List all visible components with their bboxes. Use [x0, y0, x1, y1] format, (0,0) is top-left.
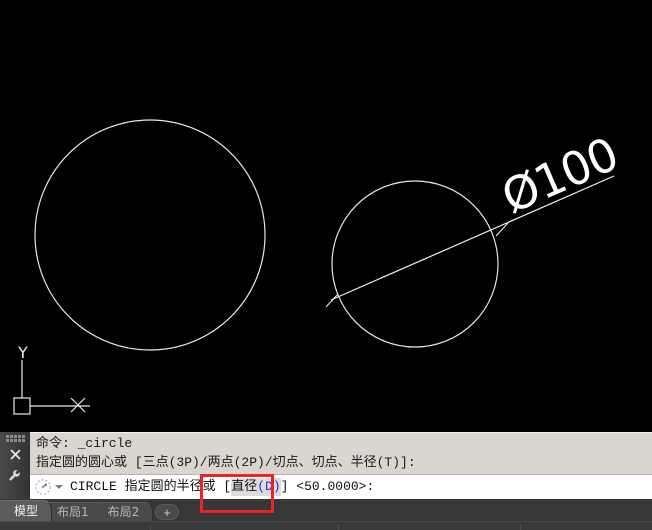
ucs-y-axis-label: Y	[17, 343, 28, 362]
drawing-entities: Ø100 Y	[13, 119, 626, 415]
layout-tab-bar: 模型 布局1 布局2 +	[0, 499, 652, 521]
command-window: 命令: _circle 指定圆的圆心或 [三点(3P)/两点(2P)/切点、切点…	[0, 432, 652, 499]
chevron-down-icon[interactable]	[53, 478, 64, 496]
dimension-text-group: Ø100	[494, 127, 626, 224]
add-layout-button[interactable]: +	[155, 504, 179, 520]
tab-layout2[interactable]: 布局2	[96, 502, 154, 521]
dimension-tick-start	[325, 293, 339, 308]
tab-model-label: 模型	[14, 504, 39, 518]
command-window-gutter[interactable]	[0, 432, 30, 499]
status-separator-3	[520, 525, 521, 530]
status-separator-1	[150, 525, 151, 530]
command-prompt-prefix: CIRCLE 指定圆的半径或	[70, 479, 224, 494]
small-circle[interactable]	[331, 180, 499, 348]
tab-layout1[interactable]: 布局1	[46, 502, 103, 521]
command-keyword-diameter[interactable]: 直径	[231, 478, 258, 496]
large-circle[interactable]	[34, 119, 266, 351]
tab-layout2-label: 布局2	[107, 505, 140, 519]
command-history-line-1: 命令: _circle	[36, 436, 133, 451]
close-icon[interactable]	[3, 443, 27, 465]
tab-layout1-label: 布局1	[57, 505, 89, 519]
command-window-body: 命令: _circle 指定圆的圆心或 [三点(3P)/两点(2P)/切点、切点…	[30, 432, 652, 499]
command-prompt-text: CIRCLE 指定圆的半径或 [ 直径 (D) ] <50.0000>:	[70, 478, 374, 496]
drag-handle-icon[interactable]	[4, 434, 26, 443]
command-keyword-shortcut[interactable]: (D)	[257, 478, 281, 496]
command-history[interactable]: 命令: _circle 指定圆的圆心或 [三点(3P)/两点(2P)/切点、切点…	[30, 432, 652, 474]
wrench-icon[interactable]	[3, 465, 27, 487]
ucs-origin-box	[13, 397, 31, 415]
command-default-value: <50.0000>:	[288, 479, 375, 494]
command-history-line-2: 指定圆的圆心或 [三点(3P)/两点(2P)/切点、切点、半径(T)]:	[36, 455, 416, 470]
ucs-icon: Y	[13, 343, 90, 415]
diameter-dimension-text: Ø100	[494, 127, 626, 224]
status-bar[interactable]	[0, 521, 652, 530]
command-keyword-open-bracket: [	[223, 479, 232, 494]
circle-command-icon[interactable]	[34, 478, 52, 496]
command-input-row[interactable]: CIRCLE 指定圆的半径或 [ 直径 (D) ] <50.0000>:	[30, 474, 652, 499]
add-layout-label: +	[163, 505, 171, 520]
drawing-canvas[interactable]: Ø100 Y	[0, 0, 652, 432]
autocad-window: Ø100 Y 命令: _circle 指定圆的圆心或 [三点(3P)/两点(2P…	[0, 0, 652, 530]
tab-model[interactable]: 模型	[0, 500, 53, 521]
command-keyword-close-bracket: ]	[280, 479, 289, 494]
status-separator-2	[338, 525, 339, 530]
